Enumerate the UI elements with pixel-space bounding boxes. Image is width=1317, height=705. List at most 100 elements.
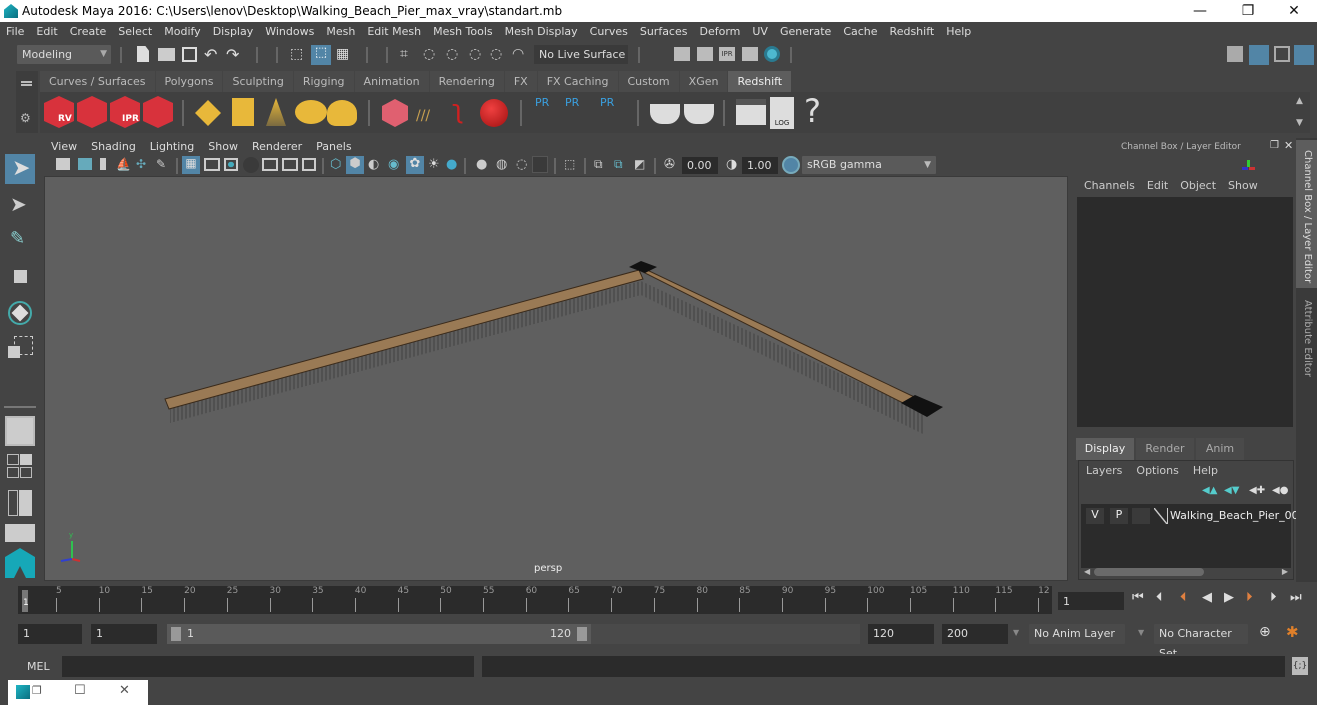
- menu-mesh-display[interactable]: Mesh Display: [499, 22, 584, 38]
- play-backwards-icon[interactable]: ◀: [1202, 590, 1212, 605]
- safe-title-icon[interactable]: [302, 158, 316, 171]
- gamma-icon[interactable]: ◑: [726, 157, 740, 172]
- step-back-frame-icon[interactable]: ⏴: [1156, 590, 1163, 605]
- maximize-button[interactable]: ❐: [1225, 0, 1271, 22]
- menu-mesh-tools[interactable]: Mesh Tools: [427, 22, 499, 38]
- viewport-menu-show[interactable]: Show: [201, 138, 245, 153]
- create-empty-layer-icon[interactable]: ◀✚: [1249, 485, 1265, 496]
- side-tab-attribute-editor[interactable]: Attribute Editor: [1296, 294, 1317, 384]
- play-forwards-icon[interactable]: ▶: [1224, 590, 1234, 605]
- channelbox-object-menu[interactable]: Object: [1180, 179, 1216, 192]
- new-scene-icon[interactable]: [137, 46, 149, 62]
- redshift-volume-icon[interactable]: ///: [416, 108, 444, 124]
- minimize-button[interactable]: —: [1177, 0, 1223, 22]
- scroll-right-icon[interactable]: ▶: [1282, 567, 1288, 576]
- menu-edit-mesh[interactable]: Edit Mesh: [361, 22, 427, 38]
- xray-joints-icon[interactable]: ⧉: [614, 157, 628, 171]
- shelf-tab-rendering[interactable]: Rendering: [429, 71, 504, 92]
- redshift-render-sequence-icon[interactable]: [77, 96, 107, 128]
- wireframe-icon[interactable]: ⬡: [330, 157, 344, 172]
- menu-help[interactable]: Help: [940, 22, 977, 38]
- menu-uv[interactable]: UV: [746, 22, 774, 38]
- live-surface-field[interactable]: No Live Surface: [534, 45, 628, 64]
- perspective-viewport[interactable]: y persp: [44, 176, 1068, 581]
- select-by-object-icon[interactable]: ⬚: [311, 45, 331, 65]
- layer-color-swatch[interactable]: [1154, 508, 1168, 524]
- shelf-menu-icon[interactable]: [21, 81, 32, 83]
- go-to-end-icon[interactable]: ⏭: [1290, 590, 1302, 605]
- four-view-layout-icon[interactable]: [5, 452, 35, 480]
- animation-end-field[interactable]: 200: [942, 624, 1008, 644]
- open-scene-icon[interactable]: [158, 48, 175, 61]
- side-tab-channel-box[interactable]: Channel Box / Layer Editor: [1296, 140, 1317, 288]
- persp-graph-layout-icon[interactable]: [5, 524, 35, 542]
- wireframe-on-shaded-icon[interactable]: ◐: [368, 157, 382, 172]
- shelf-tab-xgen[interactable]: XGen: [679, 71, 728, 92]
- gate-mask-icon[interactable]: [243, 157, 259, 173]
- step-forward-key-icon[interactable]: ⏵: [1246, 590, 1253, 605]
- animation-preferences-icon[interactable]: ✱: [1286, 623, 1299, 641]
- menu-curves[interactable]: Curves: [584, 22, 634, 38]
- render-settings-icon[interactable]: [742, 47, 758, 61]
- redshift-help-icon[interactable]: ?: [804, 92, 828, 130]
- shelf-tab-custom[interactable]: Custom: [618, 71, 679, 92]
- viewport-menu-shading[interactable]: Shading: [84, 138, 143, 153]
- shelf-tab-rigging[interactable]: Rigging: [293, 71, 354, 92]
- grid-toggle-icon[interactable]: ▦: [182, 156, 200, 174]
- channelbox-show-menu[interactable]: Show: [1228, 179, 1258, 192]
- redshift-portal-light-icon[interactable]: [232, 98, 254, 126]
- layer-name[interactable]: Walking_Beach_Pier_001: [1170, 509, 1306, 522]
- redshift-post-render-swap-icon[interactable]: PR: [600, 96, 622, 128]
- layer-horizontal-scrollbar[interactable]: ◀ ▶: [1084, 567, 1288, 577]
- redshift-ipr-icon[interactable]: IPR: [110, 96, 140, 128]
- exposure-icon[interactable]: ✇: [664, 157, 678, 172]
- menu-redshift[interactable]: Redshift: [884, 22, 941, 38]
- shelf-gear-icon[interactable]: ⚙: [20, 111, 31, 125]
- menu-generate[interactable]: Generate: [774, 22, 837, 38]
- render-current-frame-icon[interactable]: [697, 47, 713, 61]
- shelf-tab-fx-caching[interactable]: FX Caching: [537, 71, 618, 92]
- backface-culling-icon[interactable]: ◩: [634, 157, 648, 171]
- select-by-hierarchy-icon[interactable]: ⬚: [290, 46, 308, 64]
- redshift-ies-light-icon[interactable]: [266, 98, 286, 126]
- scrollbar-thumb[interactable]: [1094, 568, 1204, 576]
- use-all-lights-icon[interactable]: ✿: [406, 156, 424, 174]
- redshift-curve-icon[interactable]: ʅ: [452, 97, 476, 127]
- toggle-tool-settings-icon[interactable]: [1274, 46, 1290, 62]
- snap-to-edge-icon[interactable]: ◠: [512, 46, 530, 64]
- layer-display-type-toggle[interactable]: [1132, 508, 1150, 524]
- field-chart-icon[interactable]: [262, 158, 278, 171]
- grease-pencil-icon[interactable]: ✎: [156, 157, 170, 171]
- anti-aliasing-icon[interactable]: ◍: [496, 157, 510, 172]
- close-button[interactable]: ✕: [1271, 0, 1317, 22]
- image-plane-icon[interactable]: ⛵: [116, 157, 131, 171]
- command-input[interactable]: [62, 656, 474, 677]
- menu-modify[interactable]: Modify: [158, 22, 206, 38]
- create-layer-from-selected-icon[interactable]: ◀●: [1272, 485, 1288, 496]
- layer-visibility-toggle[interactable]: V: [1086, 508, 1104, 524]
- modeling-toolkit-icon[interactable]: [1227, 46, 1243, 62]
- xray-active-components-icon[interactable]: ⧉: [594, 157, 608, 171]
- camera-icon[interactable]: [56, 158, 70, 170]
- layer-tab-display[interactable]: Display: [1076, 438, 1134, 460]
- shelf-tab-animation[interactable]: Animation: [354, 71, 429, 92]
- layer-options-menu[interactable]: Options: [1136, 464, 1178, 477]
- toggle-channel-box-icon[interactable]: [1294, 45, 1314, 65]
- redshift-log-icon[interactable]: LOG: [770, 97, 794, 129]
- viewport-menu-renderer[interactable]: Renderer: [245, 138, 309, 153]
- script-editor-icon[interactable]: {;}: [1292, 657, 1308, 675]
- mode-selector[interactable]: Modeling ▼: [17, 45, 111, 64]
- shelf-tab-polygons[interactable]: Polygons: [155, 71, 223, 92]
- step-forward-frame-icon[interactable]: ⏵: [1270, 590, 1277, 605]
- two-d-pan-zoom-icon[interactable]: ✣: [136, 157, 150, 171]
- time-slider[interactable]: 5 10 15 20 25 30 35 40 45 50 55 60 65 70 75 80 85 90 95 100…: [18, 586, 1052, 614]
- redshift-sun-sky-icon[interactable]: [327, 100, 357, 126]
- select-by-component-icon[interactable]: ▦: [336, 46, 354, 64]
- menu-file[interactable]: File: [0, 22, 30, 38]
- redshift-render-view-icon[interactable]: RV: [44, 96, 74, 128]
- channelbox-edit-menu[interactable]: Edit: [1147, 179, 1168, 192]
- scale-tool-icon[interactable]: [5, 334, 35, 364]
- shelf-tab-redshift[interactable]: Redshift: [728, 71, 792, 92]
- shelf-scroll-down-icon[interactable]: ▼: [1296, 118, 1303, 128]
- snap-to-grid-icon[interactable]: ⌗: [400, 46, 418, 64]
